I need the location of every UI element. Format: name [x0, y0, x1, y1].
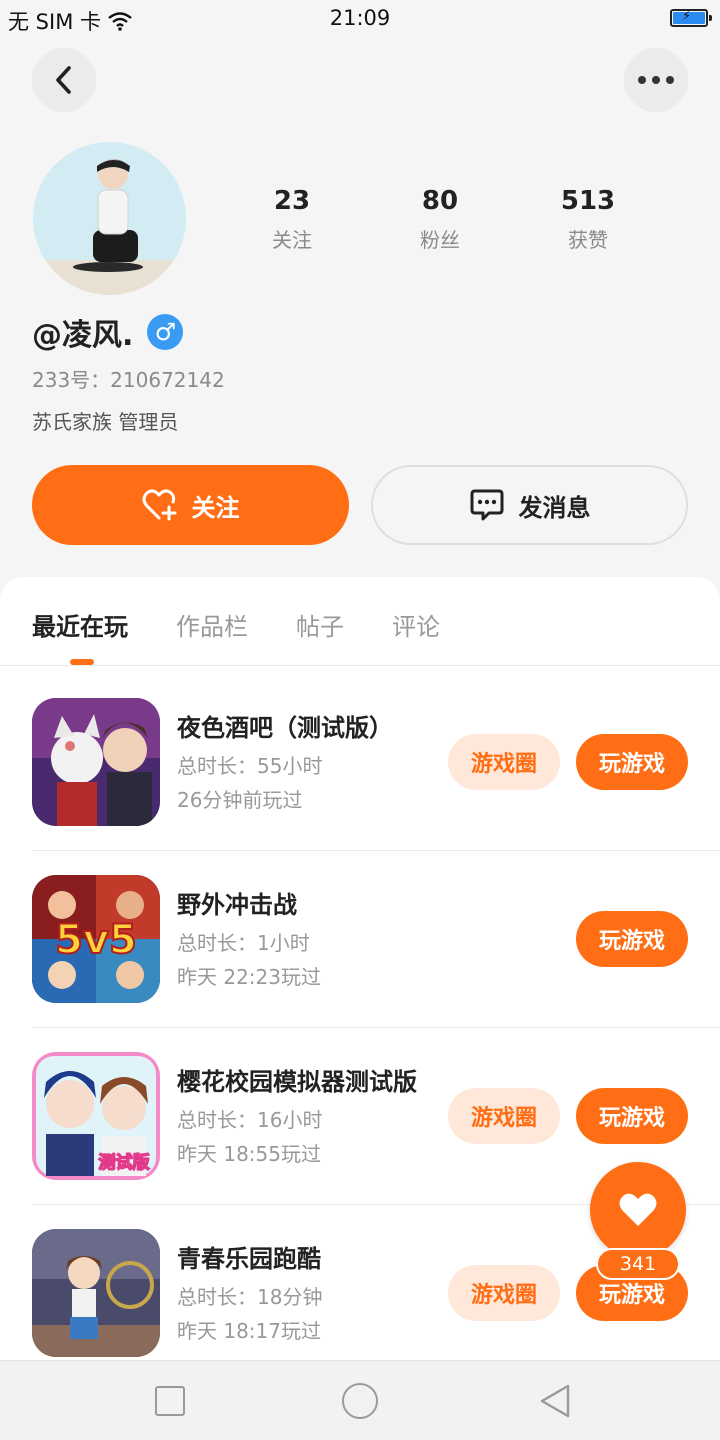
play-game-button[interactable]: 玩游戏: [576, 734, 688, 790]
game-icon-text: 5v5: [55, 917, 137, 963]
clock: 21:09: [329, 6, 391, 30]
play-game-button[interactable]: 玩游戏: [576, 911, 688, 967]
message-button-label: 发消息: [518, 493, 591, 522]
home-button[interactable]: [342, 1383, 378, 1419]
user-title: 苏氏家族 管理员: [32, 410, 179, 434]
game-circle-button[interactable]: 游戏圈: [448, 1088, 560, 1144]
game-name: 夜色酒吧（测试版）: [177, 714, 393, 742]
tab-recent-played[interactable]: 最近在玩: [32, 607, 128, 648]
row-divider: [32, 1027, 720, 1028]
stat-following[interactable]: 23 关注: [232, 186, 352, 253]
system-nav-bar: [0, 1360, 720, 1440]
avatar-image: [33, 142, 186, 295]
stat-following-count: 23: [273, 186, 311, 216]
game-duration: 总时长：55小时: [177, 754, 323, 778]
stat-fans-label: 粉丝: [420, 228, 460, 252]
game-icon: [32, 698, 160, 826]
game-duration: 总时长：1小时: [177, 931, 310, 955]
recents-button[interactable]: [155, 1386, 185, 1416]
username: @凌风.: [32, 318, 134, 353]
user-id: 233号：210672142: [32, 368, 225, 392]
play-game-button[interactable]: 玩游戏: [576, 1088, 688, 1144]
game-icon: [32, 1229, 160, 1357]
back-button[interactable]: [32, 48, 96, 112]
tab-comments[interactable]: 评论: [392, 607, 440, 648]
username-row: @凌风. ♂: [32, 310, 184, 354]
avatar[interactable]: [33, 142, 186, 295]
game-duration: 总时长：18分钟: [177, 1285, 323, 1309]
more-dots-icon: [638, 76, 674, 84]
back-triangle-icon[interactable]: [538, 1383, 572, 1419]
stat-fans[interactable]: 80 粉丝: [380, 186, 500, 253]
row-divider: [32, 850, 720, 851]
status-bar: 无 SIM 卡 21:09 ⚡: [0, 0, 720, 40]
game-duration: 总时长：16小时: [177, 1108, 323, 1132]
more-button[interactable]: [624, 48, 688, 112]
stat-likes[interactable]: 513 获赞: [528, 186, 648, 253]
stat-likes-label: 获赞: [568, 228, 608, 252]
message-button[interactable]: 发消息: [371, 465, 688, 545]
game-icon-text: 测试版: [99, 1152, 150, 1173]
game-last-played: 昨天 18:55玩过: [177, 1142, 321, 1166]
stat-fans-count: 80: [421, 186, 459, 216]
game-row[interactable]: 青春乐园跑酷 总时长：18分钟 昨天 18:17玩过 游戏圈 玩游戏: [32, 1229, 688, 1367]
game-last-played: 昨天 22:23玩过: [177, 965, 321, 989]
follow-button-label: 关注: [191, 493, 240, 522]
battery-icon: ⚡: [670, 9, 712, 27]
heart-plus-icon: [142, 489, 176, 521]
game-circle-button[interactable]: 游戏圈: [448, 1265, 560, 1321]
game-name: 青春乐园跑酷: [177, 1245, 321, 1273]
chat-bubble-icon: [470, 489, 503, 521]
game-row[interactable]: 夜色酒吧（测试版） 总时长：55小时 26分钟前玩过 游戏圈 玩游戏: [32, 698, 688, 875]
like-fab-button[interactable]: [590, 1162, 686, 1258]
chevron-left-icon: [56, 66, 71, 94]
game-circle-button[interactable]: 游戏圈: [448, 734, 560, 790]
game-name: 樱花校园模拟器测试版: [177, 1068, 417, 1096]
tab-bar: 最近在玩 作品栏 帖子 评论: [32, 607, 440, 648]
game-row[interactable]: 5v5 野外冲击战 总时长：1小时 昨天 22:23玩过 玩游戏: [32, 875, 688, 1052]
stat-likes-count: 513: [560, 186, 616, 216]
stat-following-label: 关注: [272, 228, 312, 252]
game-icon: 5v5: [32, 875, 160, 1003]
tab-posts[interactable]: 帖子: [296, 607, 344, 648]
game-icon: 测试版: [32, 1052, 160, 1180]
follow-button[interactable]: 关注: [32, 465, 349, 545]
tab-works[interactable]: 作品栏: [176, 607, 248, 648]
like-count-badge: 341: [596, 1248, 680, 1280]
game-last-played: 26分钟前玩过: [177, 788, 303, 812]
game-last-played: 昨天 18:17玩过: [177, 1319, 321, 1343]
heart-icon: [619, 1193, 657, 1226]
tabs-divider: [0, 665, 720, 666]
male-gender-icon: ♂: [147, 314, 184, 350]
game-name: 野外冲击战: [177, 891, 297, 919]
